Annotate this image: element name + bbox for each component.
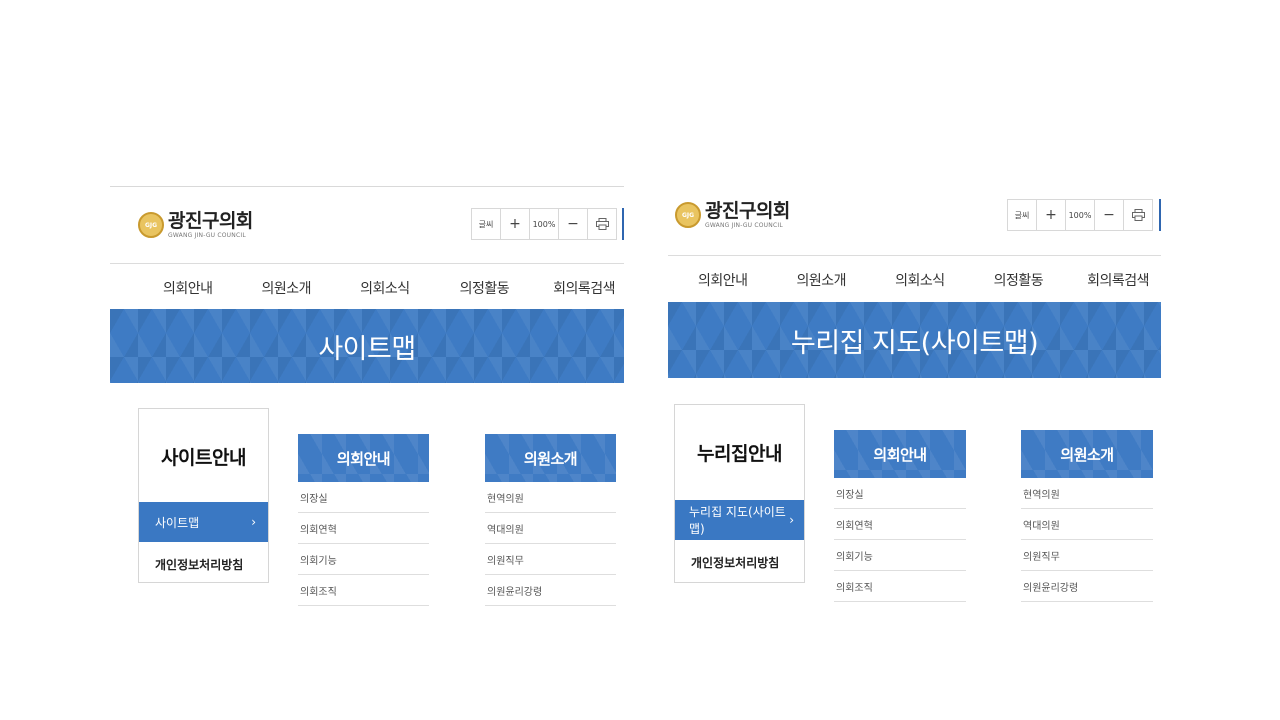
nav-item[interactable]: 의회안내 xyxy=(163,278,213,298)
chevron-right-icon: › xyxy=(251,515,256,529)
link-label: 의원윤리강령 xyxy=(487,586,543,598)
toolbar: 글씨 + 100% − xyxy=(1007,199,1153,231)
zoom-out-button[interactable]: − xyxy=(559,209,588,239)
council-logo[interactable]: GJG 광진구의회 GWANG JIN-GU COUNCIL xyxy=(138,210,253,240)
column-header[interactable]: 의원소개 xyxy=(1021,430,1153,478)
chevron-right-icon: › xyxy=(789,513,794,527)
print-icon xyxy=(1131,209,1145,221)
nav-item[interactable]: 의회안내 xyxy=(698,270,748,290)
column-link[interactable]: 의회기능 xyxy=(834,540,966,571)
link-label: 역대의원 xyxy=(487,524,524,536)
council-logo[interactable]: GJG 광진구의회 GWANG JIN-GU COUNCIL xyxy=(675,200,790,230)
column-link[interactable]: 역대의원 xyxy=(485,513,616,544)
sitemap-column: 의원소개 현역의원 역대의원 의원직무 의원윤리강령 xyxy=(1021,430,1153,602)
side-menu-item-active[interactable]: 사이트맵 › xyxy=(139,502,268,542)
toolbar-edge xyxy=(1159,199,1161,231)
nav-item[interactable]: 의회소식 xyxy=(360,278,410,298)
link-label: 의원직무 xyxy=(487,555,524,567)
nav-item[interactable]: 의회소식 xyxy=(895,270,945,290)
sitemap-panel-after: GJG 광진구의회 GWANG JIN-GU COUNCIL 글씨 + 100%… xyxy=(668,196,1161,606)
logo-name-en: GWANG JIN-GU COUNCIL xyxy=(168,232,246,239)
nav-item[interactable]: 의정활동 xyxy=(994,270,1044,290)
nav-item[interactable]: 회의록검색 xyxy=(553,278,615,298)
page-banner: 누리집 지도(사이트맵) xyxy=(668,302,1161,378)
link-label: 의원윤리강령 xyxy=(1023,582,1079,594)
print-icon xyxy=(595,218,609,230)
side-menu: 사이트안내 사이트맵 › 개인정보처리방침 xyxy=(138,408,269,583)
column-header[interactable]: 의회안내 xyxy=(298,434,429,482)
link-label: 현역의원 xyxy=(487,493,524,505)
sitemap-column: 의원소개 현역의원 역대의원 의원직무 의원윤리강령 xyxy=(485,434,616,606)
print-button[interactable] xyxy=(588,209,616,239)
column-link[interactable]: 의회연혁 xyxy=(834,509,966,540)
link-label: 의원직무 xyxy=(1023,551,1060,563)
column-link[interactable]: 의장실 xyxy=(834,478,966,509)
link-label: 역대의원 xyxy=(1023,520,1060,532)
zoom-level: 100% xyxy=(530,209,559,239)
main-nav: 의회안내 의원소개 의회소식 의정활동 회의록검색 xyxy=(163,278,616,298)
link-label: 현역의원 xyxy=(1023,489,1060,501)
top-divider xyxy=(110,186,624,187)
link-label: 의회연혁 xyxy=(300,524,337,536)
column-link[interactable]: 현역의원 xyxy=(485,482,616,513)
sitemap-column: 의회안내 의장실 의회연혁 의회기능 의회조직 xyxy=(834,430,966,602)
page-banner: 사이트맵 xyxy=(110,309,624,383)
font-size-label: 글씨 xyxy=(472,209,501,239)
side-menu-title: 사이트안내 xyxy=(161,447,246,469)
column-link[interactable]: 의회연혁 xyxy=(298,513,429,544)
link-label: 의장실 xyxy=(300,493,328,505)
column-link[interactable]: 의장실 xyxy=(298,482,429,513)
nav-divider xyxy=(668,255,1161,256)
print-button[interactable] xyxy=(1124,200,1152,230)
side-menu-item[interactable]: 개인정보처리방침 xyxy=(139,556,268,573)
link-label: 의회기능 xyxy=(836,551,873,563)
font-size-label: 글씨 xyxy=(1008,200,1037,230)
banner-title: 사이트맵 xyxy=(318,333,416,365)
logo-name: 광진구의회 xyxy=(168,210,253,232)
council-emblem-icon: GJG xyxy=(138,212,164,238)
side-menu-item-active[interactable]: 누리집 지도(사이트맵) › xyxy=(675,500,804,540)
column-link[interactable]: 의원윤리강령 xyxy=(1021,571,1153,602)
column-link[interactable]: 의원윤리강령 xyxy=(485,575,616,606)
column-link[interactable]: 역대의원 xyxy=(1021,509,1153,540)
logo-name: 광진구의회 xyxy=(705,200,790,222)
side-menu-active-label: 사이트맵 xyxy=(155,515,200,530)
link-label: 의장실 xyxy=(836,489,864,501)
toolbar-edge xyxy=(622,208,624,240)
link-label: 의회기능 xyxy=(300,555,337,567)
nav-divider xyxy=(110,263,624,264)
main-nav: 의회안내 의원소개 의회소식 의정활동 회의록검색 xyxy=(698,270,1150,290)
side-menu-title: 누리집안내 xyxy=(697,443,782,465)
nav-item[interactable]: 의정활동 xyxy=(460,278,510,298)
side-menu: 누리집안내 누리집 지도(사이트맵) › 개인정보처리방침 xyxy=(674,404,805,583)
side-menu-item[interactable]: 개인정보처리방침 xyxy=(675,554,804,571)
side-menu-active-label: 누리집 지도(사이트맵) xyxy=(689,505,786,536)
nav-item[interactable]: 의원소개 xyxy=(262,278,312,298)
link-label: 의회조직 xyxy=(300,586,337,598)
sitemap-column: 의회안내 의장실 의회연혁 의회기능 의회조직 xyxy=(298,434,429,606)
column-header[interactable]: 의원소개 xyxy=(485,434,616,482)
zoom-out-button[interactable]: − xyxy=(1095,200,1124,230)
nav-item[interactable]: 의원소개 xyxy=(797,270,847,290)
link-label: 의회연혁 xyxy=(836,520,873,532)
zoom-in-button[interactable]: + xyxy=(501,209,530,239)
sitemap-panel-before: GJG 광진구의회 GWANG JIN-GU COUNCIL 글씨 + 100%… xyxy=(110,186,624,606)
banner-title: 누리집 지도(사이트맵) xyxy=(790,327,1039,359)
toolbar: 글씨 + 100% − xyxy=(471,208,617,240)
column-link[interactable]: 의회기능 xyxy=(298,544,429,575)
logo-name-en: GWANG JIN-GU COUNCIL xyxy=(705,222,783,229)
column-header[interactable]: 의회안내 xyxy=(834,430,966,478)
council-emblem-icon: GJG xyxy=(675,202,701,228)
zoom-level: 100% xyxy=(1066,200,1095,230)
column-link[interactable]: 의원직무 xyxy=(1021,540,1153,571)
zoom-in-button[interactable]: + xyxy=(1037,200,1066,230)
column-link[interactable]: 의회조직 xyxy=(298,575,429,606)
column-link[interactable]: 의회조직 xyxy=(834,571,966,602)
link-label: 의회조직 xyxy=(836,582,873,594)
column-link[interactable]: 현역의원 xyxy=(1021,478,1153,509)
nav-item[interactable]: 회의록검색 xyxy=(1087,270,1149,290)
column-link[interactable]: 의원직무 xyxy=(485,544,616,575)
